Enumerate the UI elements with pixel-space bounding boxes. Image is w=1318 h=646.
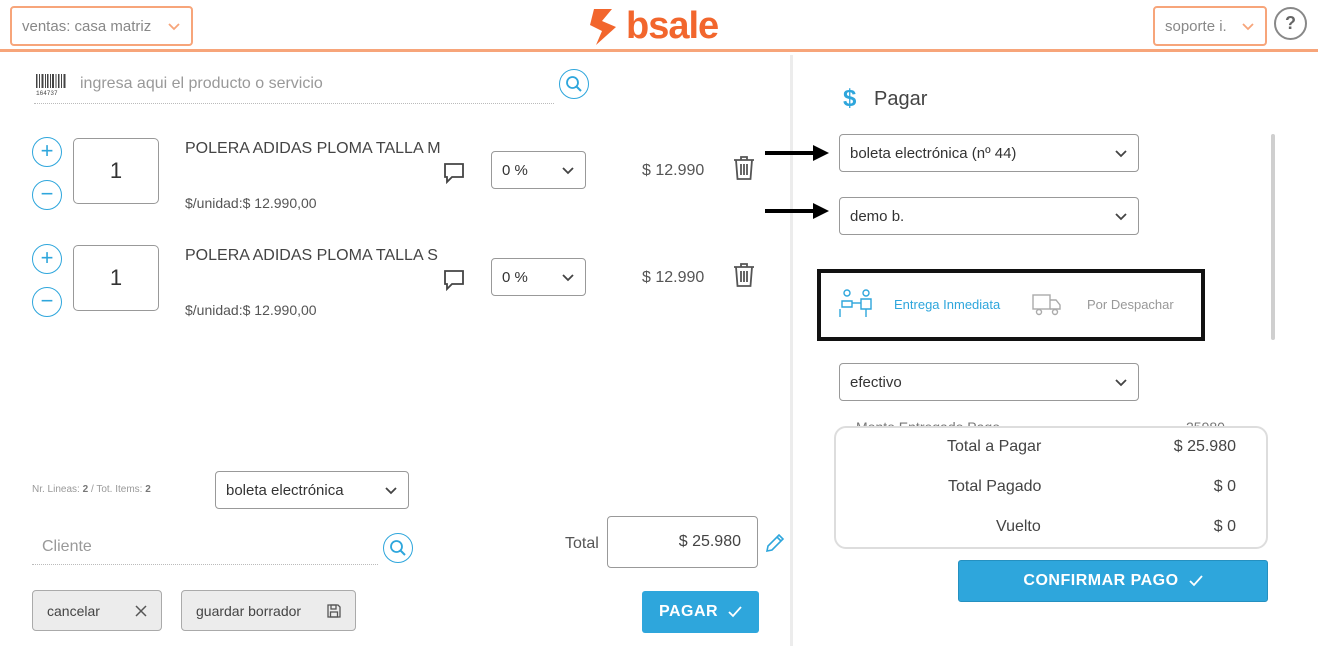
chevron-down-icon bbox=[561, 163, 575, 177]
delivery-immediate[interactable]: Entrega Inmediata bbox=[894, 297, 1000, 312]
save-draft-button[interactable]: guardar borrador bbox=[181, 590, 356, 631]
comment-icon[interactable] bbox=[443, 269, 465, 291]
confirm-payment-button[interactable]: CONFIRMAR PAGO bbox=[958, 560, 1268, 602]
branch-select-value: ventas: casa matriz bbox=[22, 17, 152, 35]
payment-method-value: efectivo bbox=[850, 373, 902, 391]
total-to-pay-label: Total a Pagar bbox=[947, 438, 1042, 455]
increase-qty-button[interactable]: + bbox=[32, 137, 62, 167]
payment-scrollbar[interactable] bbox=[1271, 134, 1275, 340]
total-paid-value: $ 0 bbox=[1213, 478, 1236, 495]
client-search-button[interactable] bbox=[383, 533, 413, 563]
payment-document-value: boleta electrónica (nº 44) bbox=[850, 144, 1017, 162]
annotation-arrow-icon bbox=[765, 203, 829, 219]
trash-icon[interactable] bbox=[733, 262, 755, 288]
document-type-select[interactable]: boleta electrónica bbox=[215, 471, 409, 509]
pay-button[interactable]: PAGAR bbox=[642, 591, 759, 633]
product-search-input[interactable] bbox=[80, 72, 540, 96]
product-search-button[interactable] bbox=[559, 69, 589, 99]
decrease-qty-button[interactable]: − bbox=[32, 180, 62, 210]
chevron-down-icon bbox=[1114, 209, 1128, 223]
product-name: POLERA ADIDAS PLOMA TALLA M bbox=[185, 140, 441, 157]
svg-text:$: $ bbox=[843, 85, 857, 111]
total-field: $ 25.980 bbox=[607, 516, 758, 568]
change-label: Vuelto bbox=[996, 518, 1041, 535]
comment-icon[interactable] bbox=[443, 162, 465, 184]
dollar-icon: $ bbox=[843, 85, 857, 111]
line-amount: $ 12.990 bbox=[642, 269, 705, 286]
unit-price: $/unidad:$ 12.990,00 bbox=[185, 302, 317, 318]
payment-document-select[interactable]: boleta electrónica (nº 44) bbox=[839, 134, 1139, 172]
decrease-qty-button[interactable]: − bbox=[32, 287, 62, 317]
confirm-payment-label: CONFIRMAR PAGO bbox=[1023, 572, 1179, 589]
chevron-down-icon bbox=[1114, 375, 1128, 389]
barcode-icon: 164737 bbox=[36, 74, 66, 96]
document-type-value: boleta electrónica bbox=[226, 481, 344, 499]
handover-person-icon[interactable] bbox=[838, 287, 876, 319]
barcode-digits: 164737 bbox=[36, 90, 58, 96]
cancel-button[interactable]: cancelar bbox=[32, 590, 162, 631]
pay-button-label: PAGAR bbox=[658, 603, 719, 620]
discount-value: 0 % bbox=[502, 268, 528, 286]
chevron-down-icon bbox=[384, 483, 398, 497]
annotation-arrow-icon bbox=[765, 145, 829, 161]
floppy-disk-icon bbox=[327, 603, 341, 618]
branch-select[interactable]: ventas: casa matriz bbox=[10, 6, 193, 46]
lines-label: Nr. Lineas: bbox=[32, 484, 80, 495]
total-label: Total bbox=[565, 535, 599, 552]
search-icon bbox=[566, 76, 582, 92]
trash-icon[interactable] bbox=[733, 155, 755, 181]
cancel-button-label: cancelar bbox=[47, 602, 100, 619]
quantity-field[interactable]: 1 bbox=[73, 245, 159, 311]
brand-name: bsale bbox=[626, 4, 719, 47]
product-name: POLERA ADIDAS PLOMA TALLA S bbox=[185, 247, 438, 264]
lines-count: 2 bbox=[82, 484, 89, 495]
close-icon bbox=[135, 604, 147, 617]
lines-items-summary: Nr. Lineas: 2 / Tot. Items: 2 bbox=[32, 484, 151, 495]
user-select[interactable]: soporte i. bbox=[1153, 6, 1267, 46]
payment-summary: Total a Pagar $ 25.980 Total Pagado $ 0 … bbox=[834, 426, 1268, 549]
bsale-logo-icon bbox=[590, 9, 616, 45]
payment-method-select[interactable]: efectivo bbox=[839, 363, 1139, 401]
unit-price: $/unidad:$ 12.990,00 bbox=[185, 195, 317, 211]
client-input[interactable] bbox=[42, 535, 362, 559]
discount-select[interactable]: 0 % bbox=[491, 151, 586, 189]
check-icon bbox=[1188, 575, 1203, 587]
chevron-down-icon bbox=[561, 270, 575, 284]
increase-qty-button[interactable]: + bbox=[32, 244, 62, 274]
quantity-field[interactable]: 1 bbox=[73, 138, 159, 204]
search-icon bbox=[390, 540, 406, 556]
items-count: 2 bbox=[145, 484, 151, 495]
save-draft-button-label: guardar borrador bbox=[196, 602, 302, 619]
discount-value: 0 % bbox=[502, 161, 528, 179]
change-value: $ 0 bbox=[1213, 518, 1236, 535]
truck-icon[interactable] bbox=[1032, 291, 1062, 317]
delivery-dispatch[interactable]: Por Despachar bbox=[1087, 297, 1174, 312]
items-label: / Tot. Items: bbox=[90, 484, 143, 495]
edit-pencil-icon[interactable] bbox=[764, 532, 786, 554]
seller-value: demo b. bbox=[850, 207, 905, 225]
help-button[interactable]: ? bbox=[1274, 7, 1307, 40]
total-to-pay-value: $ 25.980 bbox=[1173, 438, 1236, 455]
user-select-value: soporte i. bbox=[1165, 17, 1227, 35]
chevron-down-icon bbox=[1241, 19, 1255, 33]
product-search: 164737 bbox=[34, 66, 554, 104]
payment-title: Pagar bbox=[874, 88, 928, 110]
total-paid-label: Total Pagado bbox=[948, 478, 1042, 495]
brand-logo[interactable]: bsale bbox=[588, 4, 719, 48]
top-bar: ventas: casa matriz bsale soporte i. ? bbox=[0, 0, 1318, 52]
chevron-down-icon bbox=[167, 19, 181, 33]
seller-select[interactable]: demo b. bbox=[839, 197, 1139, 235]
chevron-down-icon bbox=[1114, 146, 1128, 160]
line-amount: $ 12.990 bbox=[642, 162, 705, 179]
discount-select[interactable]: 0 % bbox=[491, 258, 586, 296]
client-search bbox=[32, 530, 378, 565]
check-icon bbox=[728, 606, 742, 618]
